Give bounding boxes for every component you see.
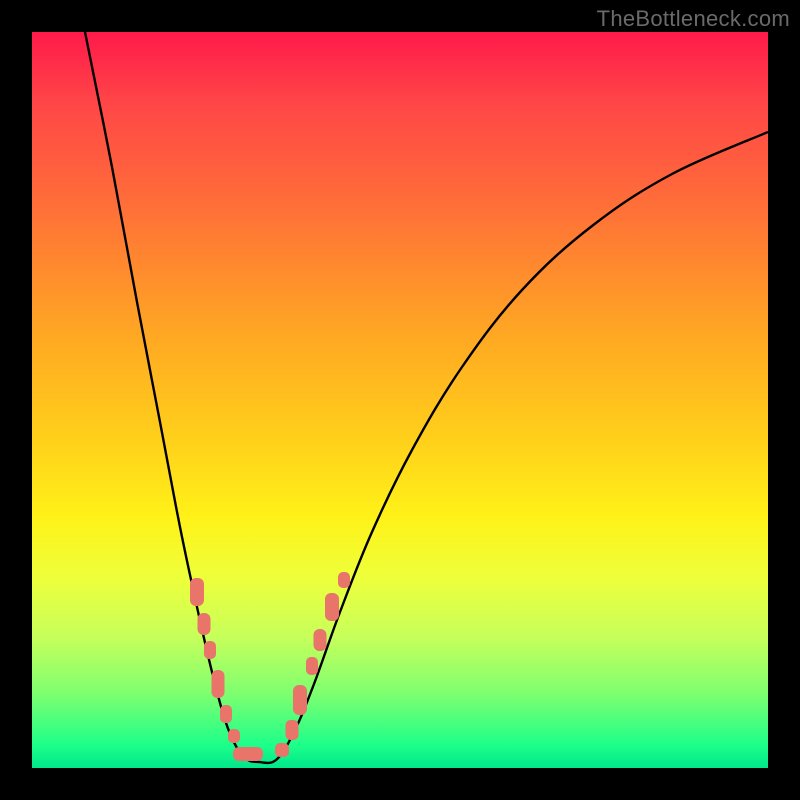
bead-marker [325, 593, 339, 621]
bead-marker [220, 705, 232, 723]
v-curve [85, 32, 768, 763]
bead-marker [233, 747, 263, 761]
gradient-plot-area [32, 32, 768, 768]
bead-marker [198, 613, 211, 635]
bead-marker [293, 685, 307, 715]
bead-marker [338, 572, 350, 588]
bead-marker [204, 641, 216, 659]
bead-marker [286, 720, 299, 740]
curve-svg [32, 32, 768, 768]
watermark-label: TheBottleneck.com [597, 6, 790, 32]
bead-marker [228, 729, 240, 743]
bead-marker [190, 578, 204, 606]
bead-marker [275, 743, 289, 757]
bead-marker [314, 629, 327, 651]
bead-marker [212, 670, 225, 698]
bead-marker [306, 657, 318, 675]
beads-group [190, 572, 350, 761]
